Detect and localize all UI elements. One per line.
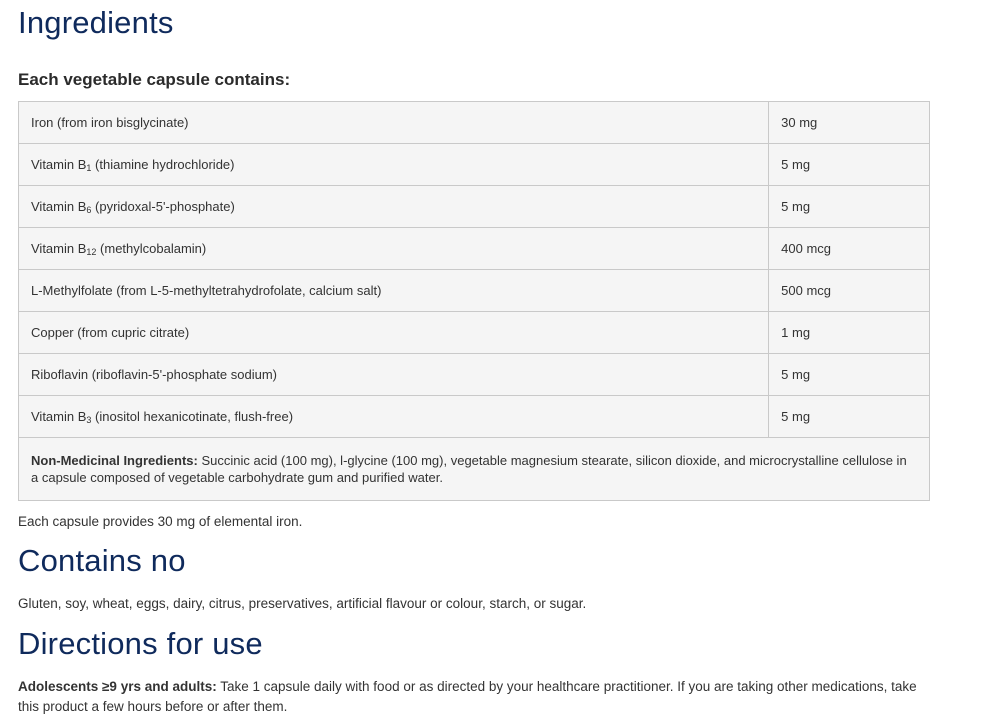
ingredient-name: L-Methylfolate (from L-5-methyltetrahydr… xyxy=(17,269,770,312)
ingredient-amount: 5 mg xyxy=(768,353,930,396)
ingredients-table: Iron (from iron bisglycinate) 30 mg Vita… xyxy=(17,101,930,501)
contains-no-heading: Contains no xyxy=(18,543,186,578)
ingredient-amount: 5 mg xyxy=(768,143,930,186)
table-row: Vitamin B3 (inositol hexanicotinate, flu… xyxy=(17,395,930,438)
table-row: Copper (from cupric citrate) 1 mg xyxy=(17,311,930,354)
ingredient-name-detail: (thiamine hydrochloride) xyxy=(91,157,235,172)
ingredient-name-text: Vitamin B xyxy=(31,241,87,256)
ingredients-heading: Ingredients xyxy=(18,5,174,40)
table-row: Riboflavin (riboflavin-5'-phosphate sodi… xyxy=(17,353,930,396)
elemental-iron-note: Each capsule provides 30 mg of elemental… xyxy=(18,514,303,529)
table-row: Vitamin B1 (thiamine hydrochloride) 5 mg xyxy=(17,143,930,186)
directions-text: Adolescents ≥9 yrs and adults: Take 1 ca… xyxy=(18,677,930,717)
ingredient-name: Vitamin B12 (methylcobalamin) xyxy=(17,227,770,270)
table-row: Iron (from iron bisglycinate) 30 mg xyxy=(17,101,930,144)
table-row: Vitamin B12 (methylcobalamin) 400 mcg xyxy=(17,227,930,270)
ingredient-name-detail: (methylcobalamin) xyxy=(96,241,207,256)
ingredient-amount: 400 mcg xyxy=(768,227,930,270)
ingredient-name-detail: (inositol hexanicotinate, flush-free) xyxy=(91,409,294,424)
ingredient-name: Riboflavin (riboflavin-5'-phosphate sodi… xyxy=(17,353,770,396)
ingredient-amount: 30 mg xyxy=(768,101,930,144)
ingredient-amount: 500 mcg xyxy=(768,269,930,312)
directions-label: Adolescents ≥9 yrs and adults: xyxy=(18,679,217,694)
ingredient-subscript: 12 xyxy=(86,247,97,257)
ingredient-amount: 5 mg xyxy=(768,185,930,228)
non-medicinal-ingredients: Non-Medicinal Ingredients: Succinic acid… xyxy=(18,437,930,501)
table-row: L-Methylfolate (from L-5-methyltetrahydr… xyxy=(17,269,930,312)
contains-no-text: Gluten, soy, wheat, eggs, dairy, citrus,… xyxy=(18,596,587,611)
directions-heading: Directions for use xyxy=(18,626,263,661)
non-medicinal-row: Non-Medicinal Ingredients: Succinic acid… xyxy=(18,437,930,501)
ingredient-name: Vitamin B6 (pyridoxal-5'-phosphate) xyxy=(17,185,770,228)
ingredients-subheading: Each vegetable capsule contains: xyxy=(18,70,291,89)
ingredient-name: Vitamin B3 (inositol hexanicotinate, flu… xyxy=(17,395,770,438)
ingredient-name-detail: (pyridoxal-5'-phosphate) xyxy=(91,199,235,214)
table-row: Vitamin B6 (pyridoxal-5'-phosphate) 5 mg xyxy=(17,185,930,228)
ingredient-name-text: Vitamin B xyxy=(31,409,87,424)
non-medicinal-label: Non-Medicinal Ingredients: xyxy=(31,453,198,468)
ingredient-name-text: Vitamin B xyxy=(31,157,87,172)
ingredient-name: Vitamin B1 (thiamine hydrochloride) xyxy=(17,143,770,186)
ingredient-amount: 5 mg xyxy=(768,395,930,438)
ingredient-name-text: Vitamin B xyxy=(31,199,87,214)
ingredient-amount: 1 mg xyxy=(768,311,930,354)
ingredient-name: Iron (from iron bisglycinate) xyxy=(17,101,770,144)
ingredient-name: Copper (from cupric citrate) xyxy=(17,311,770,354)
